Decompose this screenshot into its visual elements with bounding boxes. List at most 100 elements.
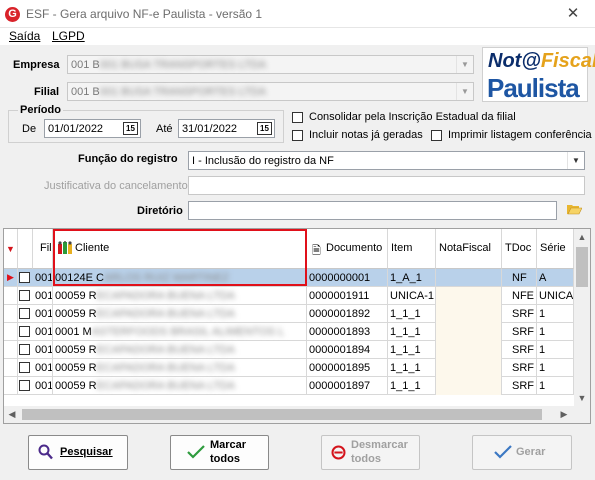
grid-header-documento[interactable]: 🗎 Documento bbox=[307, 229, 388, 269]
row-indicator: ▶ bbox=[4, 269, 18, 287]
checkmark-icon bbox=[187, 445, 205, 462]
incluir-notas-label: Incluir notas já geradas bbox=[309, 129, 423, 141]
close-button[interactable]: ✕ bbox=[558, 4, 588, 24]
checkmark-icon bbox=[494, 445, 512, 462]
funcao-select[interactable]: I - Inclusão do registro da NF ▼ bbox=[188, 151, 585, 170]
row-checkbox[interactable] bbox=[19, 308, 30, 319]
row-indicator bbox=[4, 287, 18, 305]
cell-serie: 1 bbox=[537, 305, 574, 323]
cell-serie: A bbox=[537, 269, 574, 287]
cell-documento: 0000001892 bbox=[307, 305, 388, 323]
cell-item: 1_A_1 bbox=[388, 269, 436, 287]
vertical-scrollbar[interactable]: ▲ ▼ bbox=[574, 229, 590, 406]
table-row[interactable]: 001 00059 RECAPADORA BUENA LTDA 0000001892… bbox=[4, 305, 575, 323]
horizontal-scroll-thumb[interactable] bbox=[22, 409, 542, 420]
imprimir-listagem-checkbox[interactable] bbox=[431, 130, 442, 141]
justificativa-input[interactable] bbox=[188, 176, 585, 195]
menu-saida[interactable]: Saída bbox=[9, 29, 40, 43]
cell-documento: 0000001894 bbox=[307, 341, 388, 359]
grid-header-fil[interactable]: Fil bbox=[33, 229, 53, 269]
cell-documento: 0000001895 bbox=[307, 359, 388, 377]
periodo-label: Período bbox=[18, 104, 63, 116]
funcao-label: Função do registro bbox=[78, 153, 178, 165]
consolidar-checkbox[interactable] bbox=[292, 112, 303, 123]
cell-serie: 1 bbox=[537, 341, 574, 359]
row-indicator bbox=[4, 341, 18, 359]
chevron-down-icon[interactable]: ▼ bbox=[456, 56, 473, 73]
scroll-left-icon[interactable]: ◀ bbox=[4, 409, 20, 420]
diretorio-label: Diretório bbox=[137, 205, 183, 217]
cell-serie: 1 bbox=[537, 377, 574, 395]
horizontal-scrollbar[interactable]: ◀ ▶ bbox=[4, 406, 590, 423]
desmarcar-todos-button[interactable]: Desmarcar todos bbox=[321, 435, 420, 470]
empresa-label: Empresa bbox=[13, 59, 60, 71]
diretorio-input[interactable] bbox=[188, 201, 557, 220]
chevron-down-icon[interactable]: ▼ bbox=[567, 152, 584, 169]
folder-icon[interactable] bbox=[567, 203, 583, 215]
cell-documento: 0000001897 bbox=[307, 377, 388, 395]
cell-notafiscal bbox=[436, 305, 502, 323]
scroll-right-icon[interactable]: ▶ bbox=[556, 409, 572, 420]
de-date-input[interactable]: 01/01/2022 15 bbox=[44, 119, 141, 138]
cell-tdoc: SRF bbox=[502, 323, 537, 341]
cell-notafiscal bbox=[436, 341, 502, 359]
row-checkbox[interactable] bbox=[19, 290, 30, 301]
grid-header-item[interactable]: Item bbox=[388, 229, 436, 269]
filial-label: Filial bbox=[34, 86, 60, 98]
table-row[interactable]: 001 00059 RECAPADORA BUENA LTDA 0000001911… bbox=[4, 287, 575, 305]
gerar-button[interactable]: Gerar bbox=[472, 435, 572, 470]
filial-select[interactable]: 001 B001 BUSA TRANSPORTES LTDA ▼ bbox=[67, 82, 474, 101]
table-row[interactable]: 001 00059 RECAPADORA BUENA LTDA 0000001894… bbox=[4, 341, 575, 359]
cell-item: 1_1_1 bbox=[388, 377, 436, 395]
calendar-icon[interactable]: 15 bbox=[123, 122, 138, 135]
grid-header-notafiscal[interactable]: NotaFiscal bbox=[436, 229, 502, 269]
ate-date-input[interactable]: 31/01/2022 15 bbox=[178, 119, 275, 138]
document-icon: 🗎 bbox=[312, 245, 321, 257]
cell-item: 1_1_1 bbox=[388, 341, 436, 359]
app-icon: G bbox=[5, 7, 20, 22]
row-checkbox[interactable] bbox=[19, 362, 30, 373]
chevron-down-icon[interactable]: ▼ bbox=[456, 83, 473, 100]
imprimir-listagem-label: Imprimir listagem conferência bbox=[448, 129, 592, 141]
de-label: De bbox=[22, 123, 37, 135]
table-row[interactable]: 001 00059 RECAPADORA BUENA LTDA 0000001897… bbox=[4, 377, 575, 395]
filial-value: 001 B001 BUSA TRANSPORTES LTDA bbox=[71, 86, 267, 98]
row-indicator bbox=[4, 305, 18, 323]
calendar-icon[interactable]: 15 bbox=[257, 122, 272, 135]
funcao-value: I - Inclusão do registro da NF bbox=[192, 155, 334, 167]
grid-header-tdoc[interactable]: TDoc bbox=[502, 229, 537, 269]
grid-header-serie[interactable]: Série bbox=[537, 229, 574, 269]
cell-tdoc: SRF bbox=[502, 341, 537, 359]
row-checkbox[interactable] bbox=[19, 326, 30, 337]
menu-lgpd[interactable]: LGPD bbox=[52, 29, 85, 43]
incluir-notas-checkbox[interactable] bbox=[292, 130, 303, 141]
cell-cliente: 00059 RECAPADORA BUENA LTDA bbox=[53, 287, 307, 305]
row-checkbox[interactable] bbox=[19, 380, 30, 391]
vertical-scroll-thumb[interactable] bbox=[576, 247, 588, 287]
cell-fil: 001 bbox=[33, 377, 53, 395]
cell-fil: 001 bbox=[33, 341, 53, 359]
row-indicator bbox=[4, 323, 18, 341]
cell-cliente: 00059 RECAPADORA BUENA LTDA bbox=[53, 359, 307, 377]
cell-documento: 0000000001 bbox=[307, 269, 388, 287]
cell-item: 1_1_1 bbox=[388, 323, 436, 341]
empresa-select[interactable]: 001 B001 BUSA TRANSPORTES LTDA ▼ bbox=[67, 55, 474, 74]
records-grid[interactable]: ▼ Fil Cliente 🗎 Documento Item NotaFisca… bbox=[3, 228, 591, 424]
cell-fil: 001 bbox=[33, 269, 53, 287]
scroll-up-icon[interactable]: ▲ bbox=[574, 232, 590, 242]
row-indicator bbox=[4, 359, 18, 377]
pesquisar-button[interactable]: Pesquisar bbox=[28, 435, 128, 470]
scroll-down-icon[interactable]: ▼ bbox=[574, 393, 590, 403]
row-checkbox[interactable] bbox=[19, 344, 30, 355]
row-checkbox[interactable] bbox=[19, 272, 30, 283]
table-row[interactable]: 001 0001 MASTERFOODS BRASIL ALIMENTOS L 00… bbox=[4, 323, 575, 341]
cancel-icon bbox=[331, 445, 346, 463]
cell-fil: 001 bbox=[33, 305, 53, 323]
highlight-box bbox=[53, 229, 307, 286]
marcar-todos-button[interactable]: Marcar todos bbox=[170, 435, 269, 470]
table-row[interactable]: 001 00059 RECAPADORA BUENA LTDA 0000001895… bbox=[4, 359, 575, 377]
row-indicator bbox=[4, 377, 18, 395]
search-icon bbox=[38, 444, 53, 460]
cell-tdoc: SRF bbox=[502, 305, 537, 323]
cell-serie: 1 bbox=[537, 323, 574, 341]
